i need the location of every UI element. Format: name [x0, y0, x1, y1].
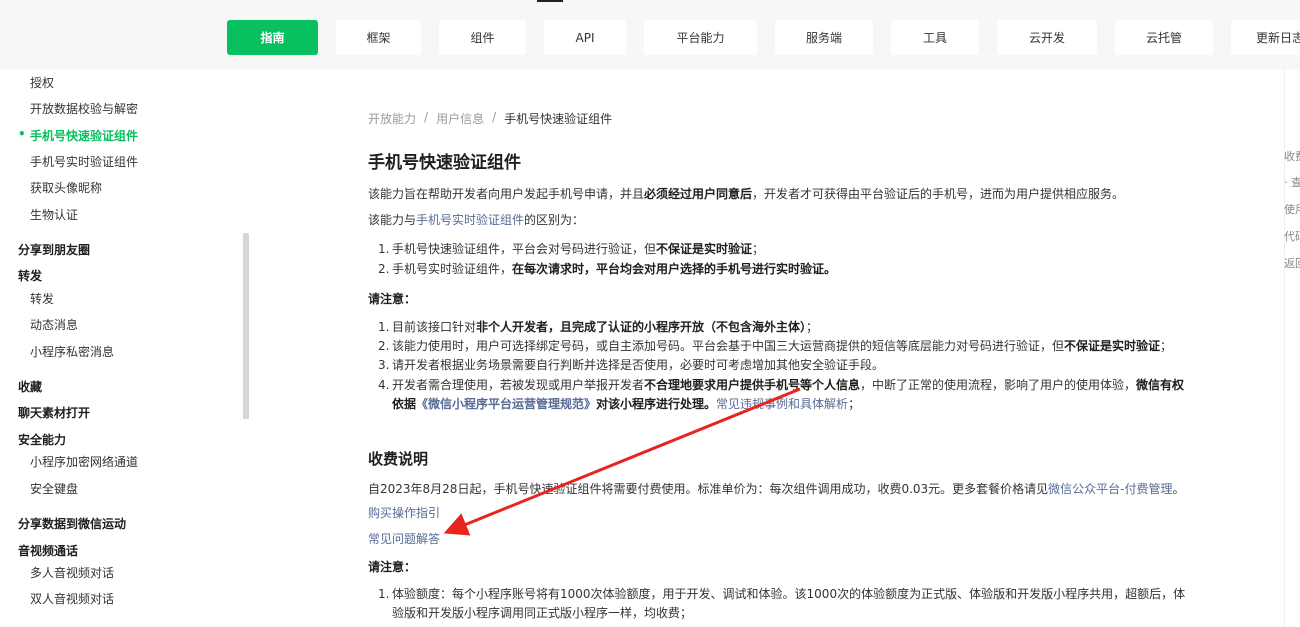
- nav-tab-components[interactable]: 组件: [439, 20, 526, 55]
- link-violation-examples[interactable]: 常见违规事例和具体解析: [716, 397, 848, 411]
- top-indicator: [537, 0, 563, 2]
- sidebar-item-biometric[interactable]: 生物认证: [30, 206, 78, 223]
- sidebar-group-share-moments[interactable]: 分享到朋友圈: [18, 241, 90, 258]
- note-label: 请注意：: [368, 292, 417, 306]
- link-operation-rules[interactable]: 《微信小程序平台运营管理规范》: [416, 397, 596, 411]
- top-navigation-bar: 指南 框架 组件 API 平台能力 服务端 工具 云开发 云托管 更新日志: [0, 0, 1300, 70]
- nav-tab-cloud-hosting[interactable]: 云托管: [1115, 20, 1213, 55]
- list-item: 1. 目前该接口针对非个人开发者，且完成了认证的小程序开放（不包含海外主体）；: [378, 320, 819, 334]
- link-fee-management[interactable]: 微信公众平台-付费管理: [1048, 482, 1172, 496]
- sidebar-group-av-call[interactable]: 音视频通话: [18, 542, 78, 559]
- breadcrumb-user-info[interactable]: 用户信息: [436, 110, 484, 127]
- sidebar-item-dynamic-message[interactable]: 动态消息: [30, 316, 78, 333]
- nav-tab-changelog[interactable]: 更新日志: [1231, 20, 1300, 55]
- list-item: 4. 开发者需合理使用，若被发现或用户举报开发者不合理地要求用户提供手机号等个人信…: [378, 378, 1185, 392]
- table-of-contents: 收费说明 · 查看 使用方法 代码示例 返回参数: [1284, 70, 1300, 627]
- breadcrumb: 开放能力 / 用户信息 / 手机号快速验证组件: [368, 110, 613, 127]
- sidebar-item-authorize[interactable]: 授权: [30, 74, 54, 91]
- sidebar-item-multi-av-call[interactable]: 多人音视频对话: [30, 564, 114, 581]
- link-purchase-guide[interactable]: 购买操作指引: [368, 505, 440, 521]
- list-item: 1. 手机号快速验证组件，平台会对号码进行验证，但不保证是实时验证；: [378, 242, 765, 256]
- toc-item-usage[interactable]: 使用方法: [1284, 201, 1300, 217]
- section-title-fee: 收费说明: [368, 450, 429, 468]
- toc-item-code-example[interactable]: 代码示例: [1284, 228, 1300, 244]
- intro-paragraph: 该能力旨在帮助开发者向用户发起手机号申请，并且必须经过用户同意后，开发者才可获得…: [368, 187, 1125, 201]
- toc-item-view[interactable]: · 查看: [1284, 174, 1300, 190]
- nav-tab-framework[interactable]: 框架: [336, 20, 421, 55]
- sidebar-group-forward[interactable]: 转发: [18, 267, 42, 284]
- sidebar-item-secure-keyboard[interactable]: 安全键盘: [30, 480, 78, 497]
- main-nav: 指南 框架 组件 API 平台能力 服务端 工具 云开发 云托管 更新日志: [227, 20, 1300, 55]
- active-bullet-icon: •: [18, 127, 26, 141]
- sidebar-scrollbar[interactable]: [243, 233, 249, 419]
- sidebar-group-chat-material[interactable]: 聊天素材打开: [18, 404, 90, 421]
- link-faq[interactable]: 常见问题解答: [368, 531, 440, 547]
- nav-tab-api[interactable]: API: [544, 20, 626, 55]
- link-phone-realtime-verify[interactable]: 手机号实时验证组件: [416, 213, 524, 227]
- nav-tab-tools[interactable]: 工具: [891, 20, 979, 55]
- list-item: 1. 体验额度：每个小程序账号将有1000次体验额度，用于开发、调试和体验。该10…: [378, 587, 1186, 601]
- difference-paragraph: 该能力与手机号实时验证组件的区别为：: [368, 213, 585, 227]
- toc-item-fee[interactable]: 收费说明: [1284, 148, 1300, 164]
- sidebar-group-werun[interactable]: 分享数据到微信运动: [18, 515, 126, 532]
- breadcrumb-open-capability[interactable]: 开放能力: [368, 110, 416, 127]
- toc-item-return-params[interactable]: 返回参数: [1284, 255, 1300, 271]
- nav-tab-guide[interactable]: 指南: [227, 20, 318, 55]
- breadcrumb-current: 手机号快速验证组件: [504, 112, 613, 126]
- nav-tab-platform-capabilities[interactable]: 平台能力: [644, 20, 757, 55]
- sidebar-item-avatar-nickname[interactable]: 获取头像昵称: [30, 179, 102, 196]
- fee-paragraph: 自2023年8月28日起，手机号快速验证组件将需要付费使用。标准单价为：每次组件…: [368, 482, 1185, 496]
- sidebar-item-open-data-decrypt[interactable]: 开放数据校验与解密: [30, 100, 138, 117]
- list-item: 2. 手机号实时验证组件，在每次请求时，平台均会对用户选择的手机号进行实时验证。: [378, 262, 837, 276]
- page-title: 手机号快速验证组件: [368, 153, 521, 173]
- sidebar-item-phone-quick-verify[interactable]: 手机号快速验证组件: [30, 127, 138, 144]
- sidebar-item-private-message[interactable]: 小程序私密消息: [30, 343, 114, 360]
- sidebar: 授权 开放数据校验与解密 • 手机号快速验证组件 手机号实时验证组件 获取头像昵…: [0, 70, 243, 627]
- sidebar-item-two-av-call[interactable]: 双人音视频对话: [30, 590, 114, 607]
- fee-note-label: 请注意：: [368, 560, 417, 574]
- nav-tab-server[interactable]: 服务端: [775, 20, 873, 55]
- sidebar-item-phone-realtime-verify[interactable]: 手机号实时验证组件: [30, 153, 138, 170]
- nav-tab-cloud-development[interactable]: 云开发: [997, 20, 1097, 55]
- sidebar-item-encrypted-channel[interactable]: 小程序加密网络通道: [30, 453, 138, 470]
- sidebar-item-forward[interactable]: 转发: [30, 290, 54, 307]
- sidebar-group-favorites[interactable]: 收藏: [18, 378, 42, 395]
- list-item-continuation: 依据《微信小程序平台运营管理规范》对该小程序进行处理。常见违规事例和具体解析；: [392, 397, 861, 411]
- list-item-continuation: 验版和开发版小程序调用同正式版小程序一样，均收费；: [392, 606, 693, 620]
- list-item: 2. 该能力使用时，用户可选择绑定号码，或自主添加号码。平台会基于中国三大运营商提…: [378, 339, 1173, 353]
- main-content: 开放能力 / 用户信息 / 手机号快速验证组件 手机号快速验证组件 该能力旨在帮…: [368, 70, 1208, 627]
- list-item: 3. 请开发者根据业务场景需要自行判断并选择是否使用，必要时可考虑增加其他安全验证…: [378, 358, 885, 372]
- sidebar-group-security[interactable]: 安全能力: [18, 431, 66, 448]
